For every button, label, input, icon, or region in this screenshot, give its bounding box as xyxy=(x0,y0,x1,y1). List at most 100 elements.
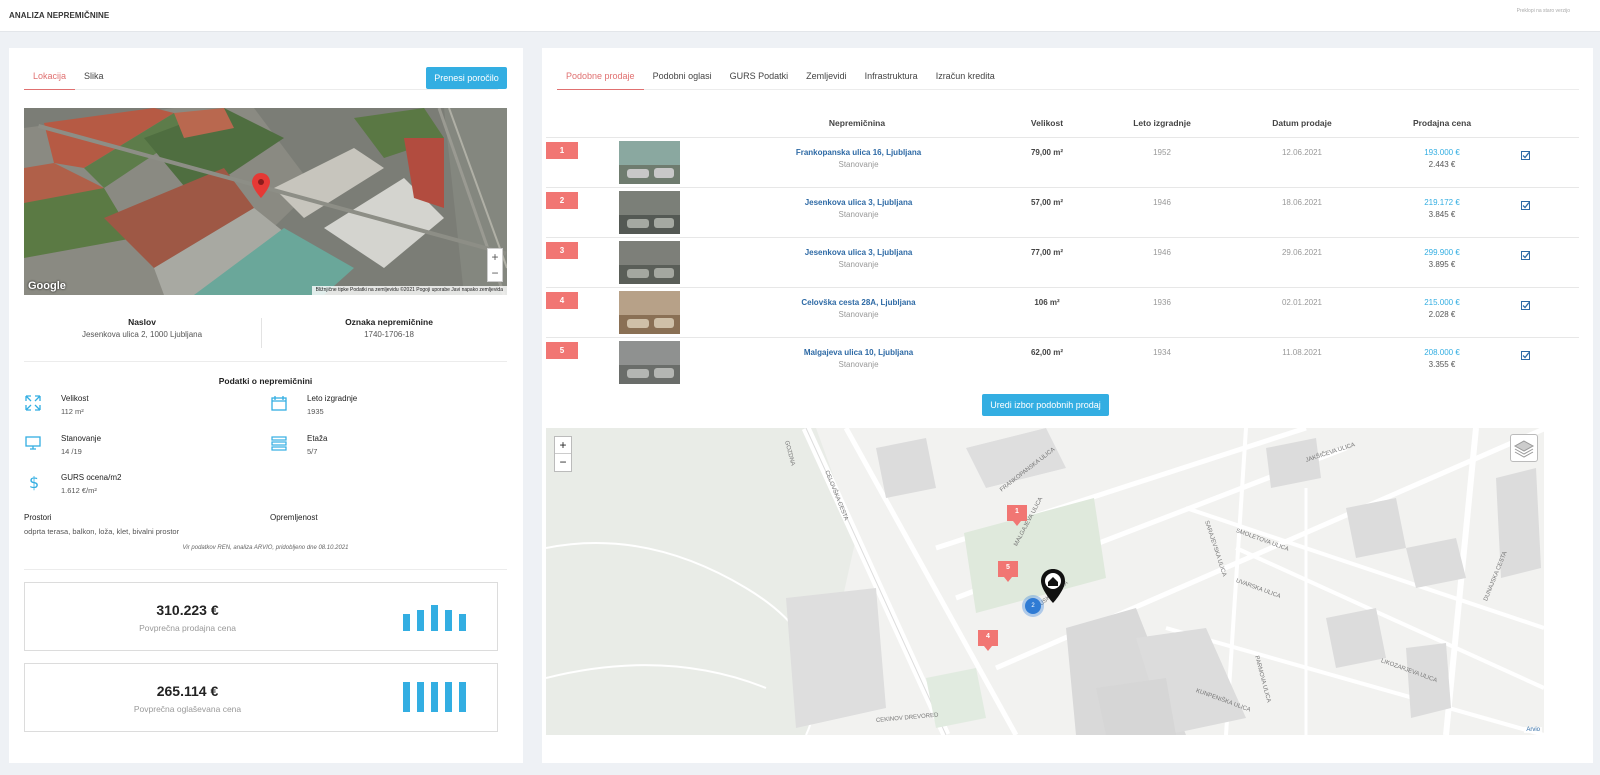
map-attribution[interactable]: Arvio xyxy=(1524,727,1542,733)
thumbnail-image xyxy=(619,241,680,284)
thumbnail-image xyxy=(619,291,680,334)
tab-maps[interactable]: Zemljevidi xyxy=(797,68,856,90)
detail-label: GURS ocena/m2 xyxy=(61,473,122,482)
select-checkbox[interactable] xyxy=(1521,347,1530,365)
property-size: 62,00 m² xyxy=(1030,348,1064,357)
comparables-panel: Podobne prodaje Podobni oglasi GURS Poda… xyxy=(542,48,1593,763)
detail-value: 112 m² xyxy=(61,407,84,416)
detail-label: Etaža xyxy=(307,434,328,443)
layers-button[interactable] xyxy=(1510,434,1538,462)
tab-similar-ads[interactable]: Podobni oglasi xyxy=(644,68,721,90)
rooms-label: Prostori xyxy=(24,513,52,522)
mini-bar xyxy=(431,605,438,631)
property-thumbnail[interactable] xyxy=(619,291,680,334)
sale-price: 193.000 € xyxy=(1424,148,1460,157)
property-address-link[interactable]: Frankopanska ulica 16, Ljubljana xyxy=(746,148,971,157)
satellite-zoom-out-button[interactable]: − xyxy=(488,265,502,281)
sale-date: 12.06.2021 xyxy=(1281,148,1323,157)
satellite-map[interactable]: + − Google Bližnjične tipke Podatki na z… xyxy=(24,108,507,295)
tab-similar-sales[interactable]: Podobne prodaje xyxy=(557,68,644,90)
property-size: 106 m² xyxy=(1034,298,1060,307)
thumbnail-image xyxy=(619,341,680,384)
sale-marker[interactable]: 5 xyxy=(998,561,1018,583)
row-number-badge: 1 xyxy=(546,142,578,159)
property-address-link[interactable]: Jesenkova ulica 3, Ljubljana xyxy=(746,248,971,257)
property-address-link[interactable]: Malgajeva ulica 10, Ljubljana xyxy=(746,348,971,357)
property-thumbnail[interactable] xyxy=(619,141,680,184)
tab-lokacija[interactable]: Lokacija xyxy=(24,68,76,90)
property-thumbnail[interactable] xyxy=(619,341,680,384)
dollar-icon: $ xyxy=(29,473,39,491)
column-header: Datum prodaje xyxy=(1272,118,1332,128)
sale-marker[interactable]: 1 xyxy=(1007,505,1027,527)
thumbnail-image xyxy=(619,191,680,234)
select-checkbox[interactable] xyxy=(1521,297,1530,315)
detail-value: 14 /19 xyxy=(61,447,82,456)
street-map[interactable]: CELOVŠKA CESTA FRANKOPANSKA ULICA MALGAJEV… xyxy=(546,428,1544,735)
column-header: Nepremičnina xyxy=(828,118,886,128)
expand-icon xyxy=(25,395,41,411)
marker-number: 4 xyxy=(986,633,990,640)
old-version-link[interactable]: Preklopi na staro verzijo xyxy=(1517,8,1570,14)
property-address-link[interactable]: Celovška cesta 28A, Ljubljana xyxy=(746,298,971,307)
sale-date: 02.01.2021 xyxy=(1281,298,1323,307)
download-report-button[interactable]: Prenesi poročilo xyxy=(426,67,507,89)
row-number-badge: 3 xyxy=(546,242,578,259)
map-attribution[interactable]: Bližnjične tipke Podatki na zemljevidu ©… xyxy=(311,286,507,295)
detail-value: 5/7 xyxy=(307,447,318,456)
tab-slika[interactable]: Slika xyxy=(75,68,113,90)
price-per-m2: 2.028 € xyxy=(1428,310,1456,319)
checkbox-checked-icon xyxy=(1521,151,1530,160)
calendar-icon xyxy=(271,396,287,411)
checkbox-checked-icon xyxy=(1521,351,1530,360)
select-checkbox[interactable] xyxy=(1521,147,1530,165)
mini-bar xyxy=(459,614,466,631)
mini-bar xyxy=(417,610,424,631)
tab-loan-calculator[interactable]: Izračun kredita xyxy=(927,68,1004,90)
mini-bar xyxy=(445,682,452,712)
select-checkbox[interactable] xyxy=(1521,247,1530,265)
table-row: 4 Celovška cesta 28A, Ljubljana Stanovanje… xyxy=(546,287,1579,337)
satellite-zoom-in-button[interactable]: + xyxy=(488,249,502,265)
build-year: 1952 xyxy=(1153,148,1171,157)
build-year: 1946 xyxy=(1153,248,1171,257)
tab-infrastructure[interactable]: Infrastruktura xyxy=(856,68,927,90)
sale-marker[interactable]: 4 xyxy=(978,630,998,652)
property-thumbnail[interactable] xyxy=(619,241,680,284)
property-id-block: Oznaka nepremičnine 1740-1706-18 xyxy=(271,317,507,339)
property-type: Stanovanje xyxy=(838,360,879,369)
property-size: 77,00 m² xyxy=(1030,248,1064,257)
property-address-link[interactable]: Jesenkova ulica 3, Ljubljana xyxy=(746,198,971,207)
checkbox-checked-icon xyxy=(1521,301,1530,310)
top-bar: ANALIZA NEPREMIČNINE Preklopi na staro v… xyxy=(0,0,1600,32)
divider xyxy=(24,361,507,362)
home-location-pin[interactable] xyxy=(1040,568,1066,604)
listing-price-bars xyxy=(403,682,466,712)
edit-similar-sales-button[interactable]: Uredi izbor podobnih prodaj xyxy=(982,394,1109,416)
map-zoom-out-button[interactable]: − xyxy=(555,454,571,471)
satellite-zoom-control: + − xyxy=(487,248,503,282)
address-label: Naslov xyxy=(128,317,156,327)
mini-bar xyxy=(417,682,424,712)
table-row: 1 Frankopanska ulica 16, Ljubljana Stanova… xyxy=(546,137,1579,187)
property-thumbnail[interactable] xyxy=(619,191,680,234)
page-title: ANALIZA NEPREMIČNINE xyxy=(9,11,110,20)
home-pin-icon xyxy=(1041,569,1065,603)
map-zoom-in-button[interactable]: + xyxy=(555,437,571,454)
detail-label: Velikost xyxy=(61,394,89,403)
tab-gurs-data[interactable]: GURS Podatki xyxy=(721,68,798,90)
detail-value: 1.612 €/m² xyxy=(61,486,97,495)
property-type: Stanovanje xyxy=(838,160,879,169)
property-type: Stanovanje xyxy=(838,210,879,219)
row-number-badge: 4 xyxy=(546,292,578,309)
price-per-m2: 2.443 € xyxy=(1428,160,1456,169)
avg-listing-price-card: 265.114 € Povprečna oglaševana cena xyxy=(24,663,498,732)
marker-number: 1 xyxy=(1015,508,1019,515)
address-value: Jesenkova ulica 2, 1000 Ljubljana xyxy=(81,330,203,339)
monitor-icon xyxy=(25,436,41,450)
property-type: Stanovanje xyxy=(838,310,879,319)
select-checkbox[interactable] xyxy=(1521,197,1530,215)
divider xyxy=(261,318,262,348)
mini-bar xyxy=(459,682,466,712)
divider xyxy=(24,569,507,570)
